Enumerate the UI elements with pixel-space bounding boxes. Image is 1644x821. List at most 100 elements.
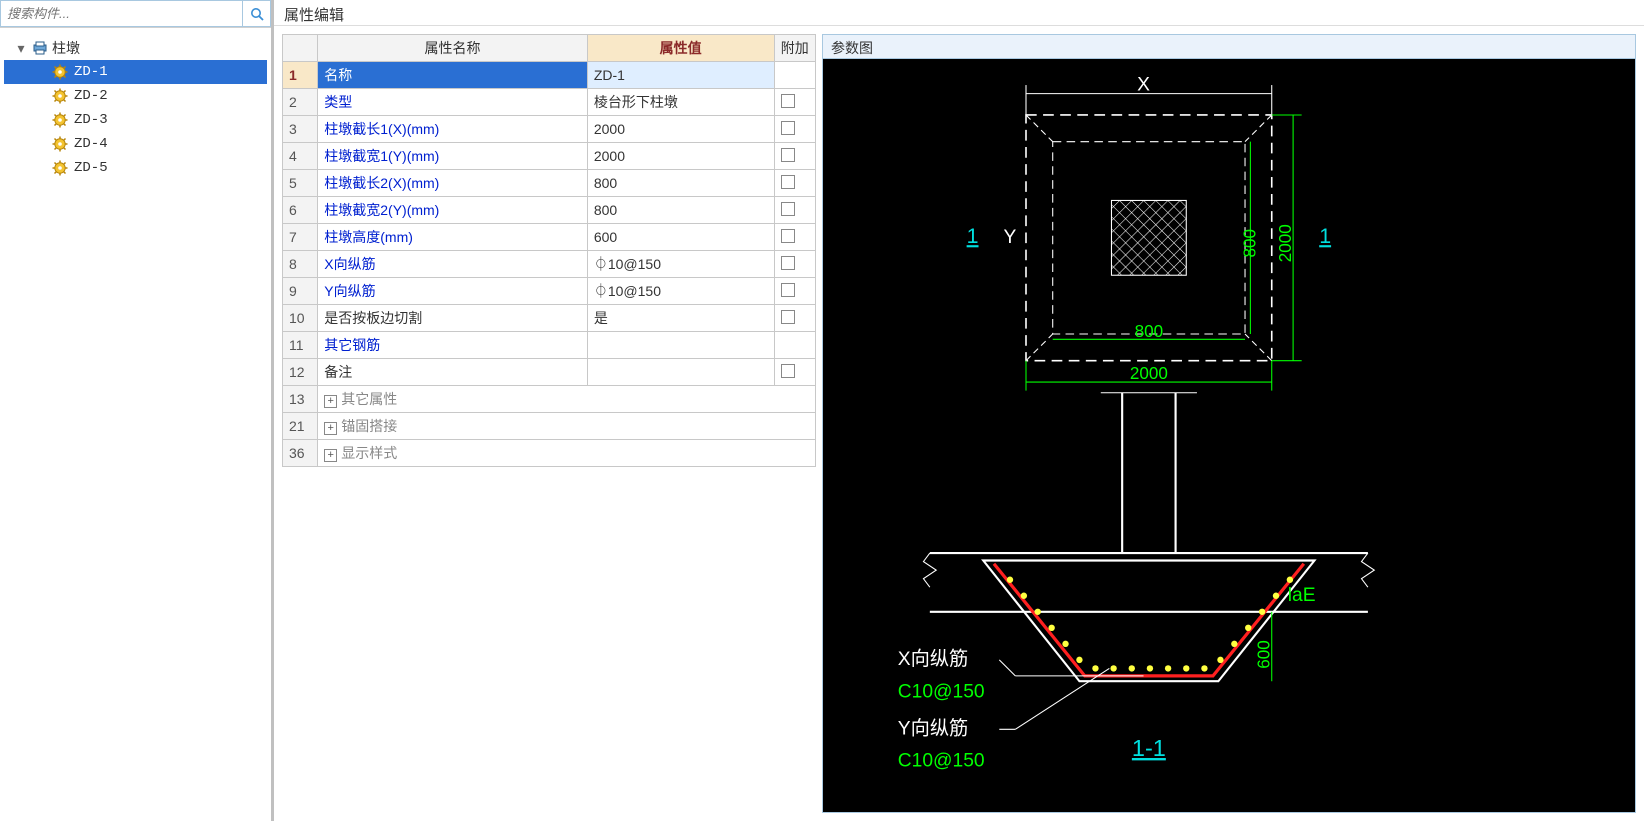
prop-group[interactable]: +显示样式 (318, 440, 816, 467)
extra-checkbox[interactable] (781, 283, 795, 297)
extra-checkbox[interactable] (781, 310, 795, 324)
prop-value[interactable]: ⏀10@150 (587, 251, 774, 278)
svg-text:2000: 2000 (1130, 364, 1168, 383)
prop-group[interactable]: +其它属性 (318, 386, 816, 413)
row-index: 36 (283, 440, 318, 467)
prop-row[interactable]: 9 Y向纵筋 ⏀10@150 (283, 278, 816, 305)
prop-row[interactable]: 2 类型 棱台形下柱墩 (283, 89, 816, 116)
tree-collapse-icon[interactable]: ▾ (14, 37, 28, 59)
tree-item-ZD-4[interactable]: ZD-4 (4, 132, 267, 156)
search-button[interactable] (243, 0, 271, 27)
svg-text:1-1: 1-1 (1132, 735, 1166, 761)
prop-row[interactable]: 13 +其它属性 (283, 386, 816, 413)
row-index: 12 (283, 359, 318, 386)
prop-row[interactable]: 7 柱墩高度(mm) 600 (283, 224, 816, 251)
svg-text:C10@150: C10@150 (898, 751, 985, 772)
header-blank (283, 35, 318, 62)
svg-text:laE: laE (1288, 585, 1316, 606)
diagram-canvas: X Y 1 1 800 2000 80 (823, 59, 1635, 812)
prop-value[interactable]: 2000 (587, 116, 774, 143)
expand-icon[interactable]: + (324, 449, 337, 462)
prop-extra (774, 305, 816, 332)
tree-item-ZD-5[interactable]: ZD-5 (4, 156, 267, 180)
prop-name: Y向纵筋 (318, 278, 588, 305)
tree-item-ZD-2[interactable]: ZD-2 (4, 84, 267, 108)
search-bar (0, 0, 271, 28)
tree-item-ZD-3[interactable]: ZD-3 (4, 108, 267, 132)
prop-row[interactable]: 36 +显示样式 (283, 440, 816, 467)
row-index: 3 (283, 116, 318, 143)
row-index: 10 (283, 305, 318, 332)
expand-icon[interactable]: + (324, 395, 337, 408)
prop-value[interactable]: 是 (587, 305, 774, 332)
extra-checkbox[interactable] (781, 229, 795, 243)
prop-value[interactable] (587, 359, 774, 386)
tree-item-ZD-1[interactable]: ZD-1 (4, 60, 267, 84)
row-index: 9 (283, 278, 318, 305)
expand-icon[interactable]: + (324, 422, 337, 435)
prop-value[interactable]: 棱台形下柱墩 (587, 89, 774, 116)
extra-checkbox[interactable] (781, 364, 795, 378)
property-table: 属性名称 属性值 附加 1 名称 ZD-1 2 类型 棱台形下柱墩 3 柱墩截长… (282, 34, 816, 467)
row-index: 6 (283, 197, 318, 224)
header-value: 属性值 (587, 35, 774, 62)
svg-text:Y: Y (1004, 227, 1017, 248)
prop-row[interactable]: 4 柱墩截宽1(Y)(mm) 2000 (283, 143, 816, 170)
svg-text:X向纵筋: X向纵筋 (898, 648, 968, 670)
gear-icon (52, 112, 68, 128)
svg-text:1: 1 (1319, 224, 1331, 248)
row-index: 7 (283, 224, 318, 251)
prop-value[interactable]: 600 (587, 224, 774, 251)
tree-item-label: ZD-2 (74, 85, 108, 107)
prop-value[interactable]: 2000 (587, 143, 774, 170)
diagram-title: 参数图 (823, 35, 1635, 59)
prop-row[interactable]: 11 其它钢筋 (283, 332, 816, 359)
property-pane: 属性编辑 属性名称 属性值 附加 1 名称 ZD-1 2 类型 棱台形下柱墩 3… (273, 0, 1644, 821)
prop-row[interactable]: 8 X向纵筋 ⏀10@150 (283, 251, 816, 278)
prop-row[interactable]: 5 柱墩截长2(X)(mm) 800 (283, 170, 816, 197)
tree-item-label: ZD-3 (74, 109, 108, 131)
prop-value[interactable]: ZD-1 (587, 62, 774, 89)
extra-checkbox[interactable] (781, 121, 795, 135)
svg-text:C10@150: C10@150 (898, 681, 985, 702)
svg-text:X: X (1137, 74, 1150, 95)
extra-checkbox[interactable] (781, 202, 795, 216)
prop-extra (774, 116, 816, 143)
prop-value[interactable]: 800 (587, 170, 774, 197)
prop-row[interactable]: 10 是否按板边切割 是 (283, 305, 816, 332)
prop-extra (774, 62, 816, 89)
magnifier-icon (250, 7, 264, 21)
svg-text:600: 600 (1255, 640, 1274, 668)
extra-checkbox[interactable] (781, 175, 795, 189)
prop-extra (774, 89, 816, 116)
tree-root-node[interactable]: ▾ 柱墩 (4, 36, 267, 60)
prop-row[interactable]: 21 +锚固搭接 (283, 413, 816, 440)
row-index: 13 (283, 386, 318, 413)
prop-value[interactable]: ⏀10@150 (587, 278, 774, 305)
extra-checkbox[interactable] (781, 148, 795, 162)
header-name: 属性名称 (318, 35, 588, 62)
extra-checkbox[interactable] (781, 256, 795, 270)
prop-value[interactable] (587, 332, 774, 359)
prop-row[interactable]: 6 柱墩截宽2(Y)(mm) 800 (283, 197, 816, 224)
prop-name: 类型 (318, 89, 588, 116)
prop-row[interactable]: 1 名称 ZD-1 (283, 62, 816, 89)
prop-extra (774, 332, 816, 359)
parameter-drawing: X Y 1 1 800 2000 80 (823, 59, 1635, 812)
prop-name: 柱墩截长1(X)(mm) (318, 116, 588, 143)
svg-text:800: 800 (1241, 229, 1260, 257)
row-index: 21 (283, 413, 318, 440)
svg-text:2000: 2000 (1276, 224, 1295, 262)
prop-extra (774, 359, 816, 386)
header-extra: 附加 (774, 35, 816, 62)
tree-pane: ▾ 柱墩 ZD-1 ZD-2 ZD-3 ZD-4 ZD-5 (0, 0, 273, 821)
component-tree: ▾ 柱墩 ZD-1 ZD-2 ZD-3 ZD-4 ZD-5 (0, 28, 271, 188)
extra-checkbox[interactable] (781, 94, 795, 108)
search-input[interactable] (0, 0, 243, 27)
prop-row[interactable]: 12 备注 (283, 359, 816, 386)
tree-item-label: ZD-1 (74, 61, 108, 83)
prop-group[interactable]: +锚固搭接 (318, 413, 816, 440)
prop-value[interactable]: 800 (587, 197, 774, 224)
prop-row[interactable]: 3 柱墩截长1(X)(mm) 2000 (283, 116, 816, 143)
prop-extra (774, 143, 816, 170)
